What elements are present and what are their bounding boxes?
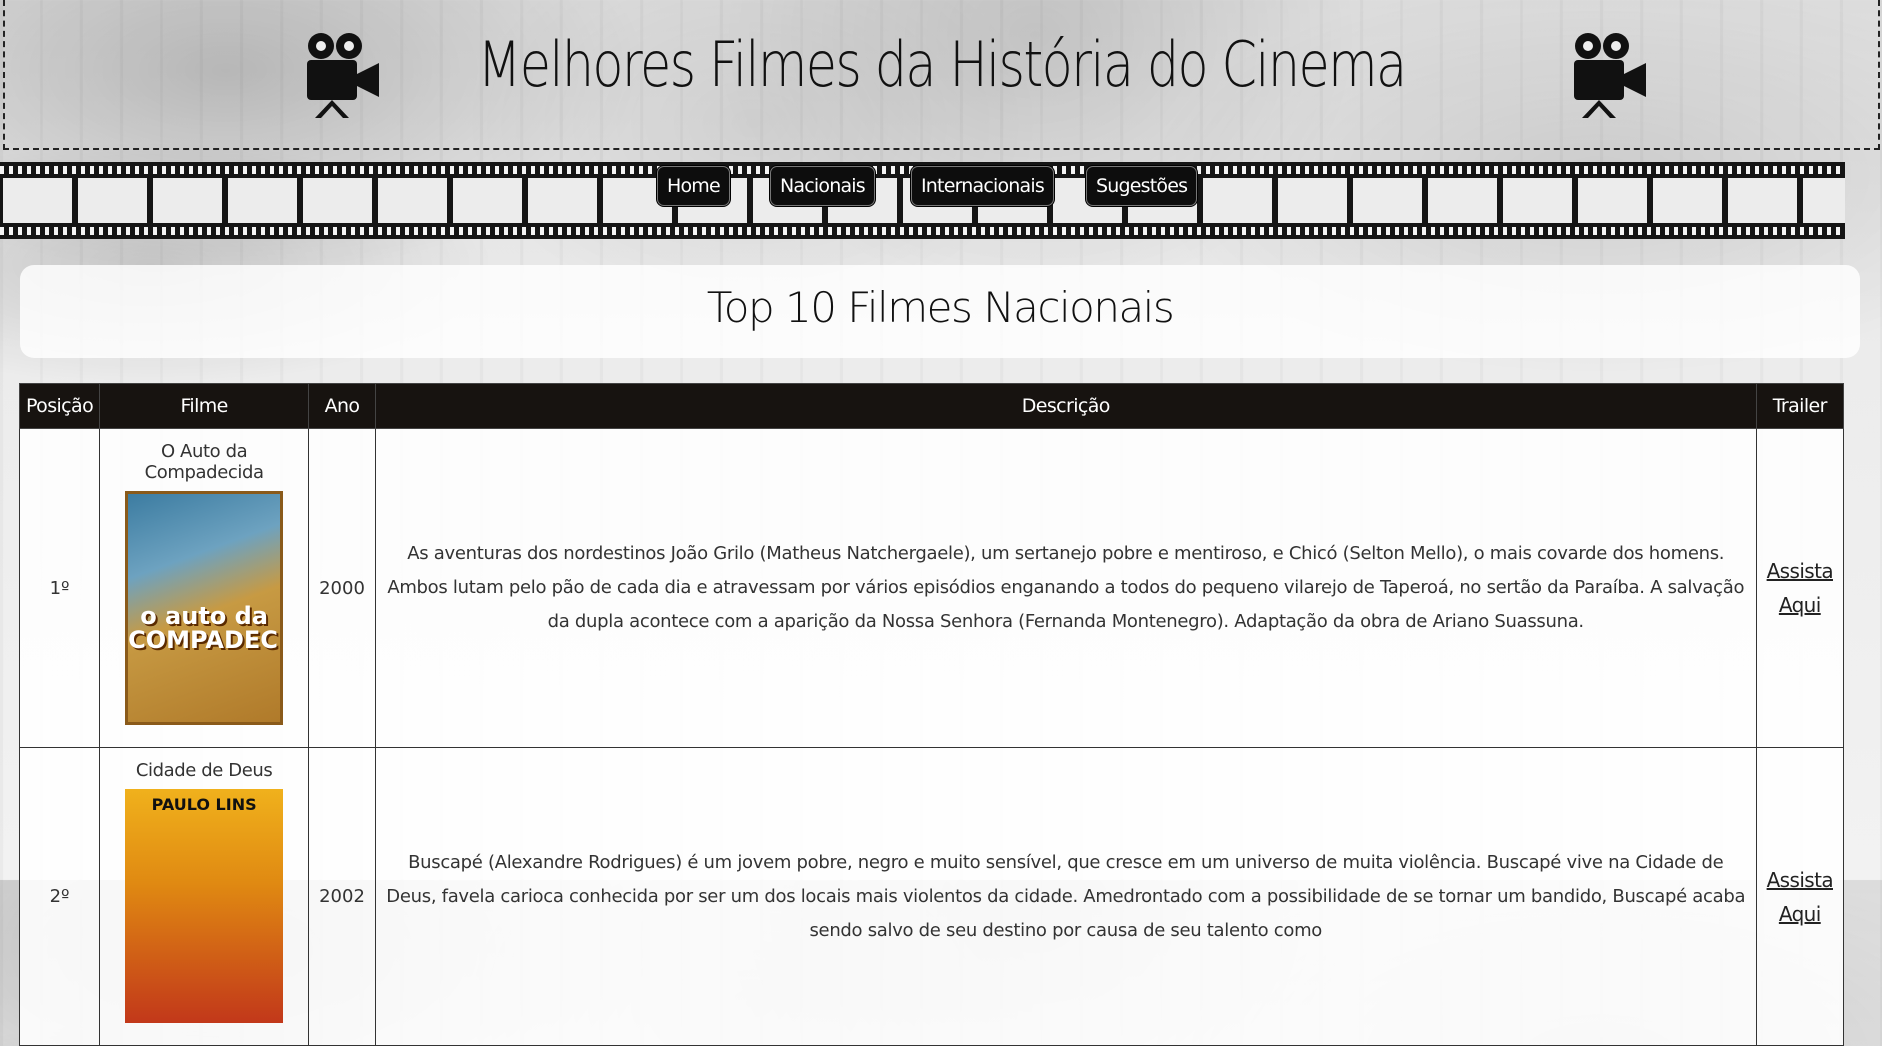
trailer-cell: Assista Aqui — [1755, 747, 1845, 1046]
nav-nacionais-button[interactable]: Nacionais — [770, 166, 875, 206]
movie-camera-icon — [1568, 30, 1648, 120]
table-row: 2º Cidade de Deus PAULO LINS 2002 Buscap… — [18, 747, 1845, 1046]
poster-title: o auto da COMPADECIDA — [128, 602, 280, 654]
film-poster: o auto da COMPADECIDA — [125, 491, 284, 725]
poster-author: PAULO LINS — [151, 795, 257, 814]
year-cell: 2000 — [308, 428, 376, 748]
position-cell: 1º — [18, 428, 101, 748]
header-filme: Filme — [99, 383, 310, 429]
film-perforations — [0, 227, 1845, 235]
trailer-cell: Assista Aqui — [1755, 428, 1845, 748]
film-title: Cidade de Deus — [135, 760, 273, 781]
section-title: Top 10 Filmes Nacionais — [706, 283, 1175, 332]
site-header: Melhores Filmes da História do Cinema — [3, 0, 1880, 150]
film-cell: O Auto da Compadecida o auto da COMPADEC… — [99, 428, 310, 748]
site-title: Melhores Filmes da História do Cinema — [477, 28, 1407, 101]
header-trailer: Trailer — [1755, 383, 1845, 429]
trailer-link[interactable]: Assista Aqui — [1767, 559, 1834, 617]
film-title: O Auto da Compadecida — [144, 441, 264, 483]
header-descricao: Descrição — [374, 383, 1757, 429]
film-cell: Cidade de Deus PAULO LINS — [99, 747, 310, 1046]
filmstrip-nav: Home Nacionais Internacionais Sugestões — [0, 162, 1845, 239]
position-cell: 2º — [18, 747, 101, 1046]
films-table: Posição Filme Ano Descrição Trailer 1º O… — [18, 383, 1845, 1046]
year-cell: 2002 — [308, 747, 376, 1046]
header-ano: Ano — [308, 383, 376, 429]
nav-internacionais-button[interactable]: Internacionais — [911, 166, 1054, 206]
nav-home-button[interactable]: Home — [657, 166, 730, 206]
description-cell: As aventuras dos nordestinos João Grilo … — [374, 428, 1757, 748]
nav-sugestoes-button[interactable]: Sugestões — [1086, 166, 1198, 206]
description-cell: Buscapé (Alexandre Rodrigues) é um jovem… — [374, 747, 1757, 1046]
table-header-row: Posição Filme Ano Descrição Trailer — [18, 383, 1845, 429]
table-row: 1º O Auto da Compadecida o auto da COMPA… — [18, 428, 1845, 748]
film-poster: PAULO LINS — [125, 789, 284, 1023]
section-header: Top 10 Filmes Nacionais — [20, 265, 1860, 358]
header-posicao: Posição — [18, 383, 101, 429]
trailer-link[interactable]: Assista Aqui — [1767, 868, 1834, 926]
